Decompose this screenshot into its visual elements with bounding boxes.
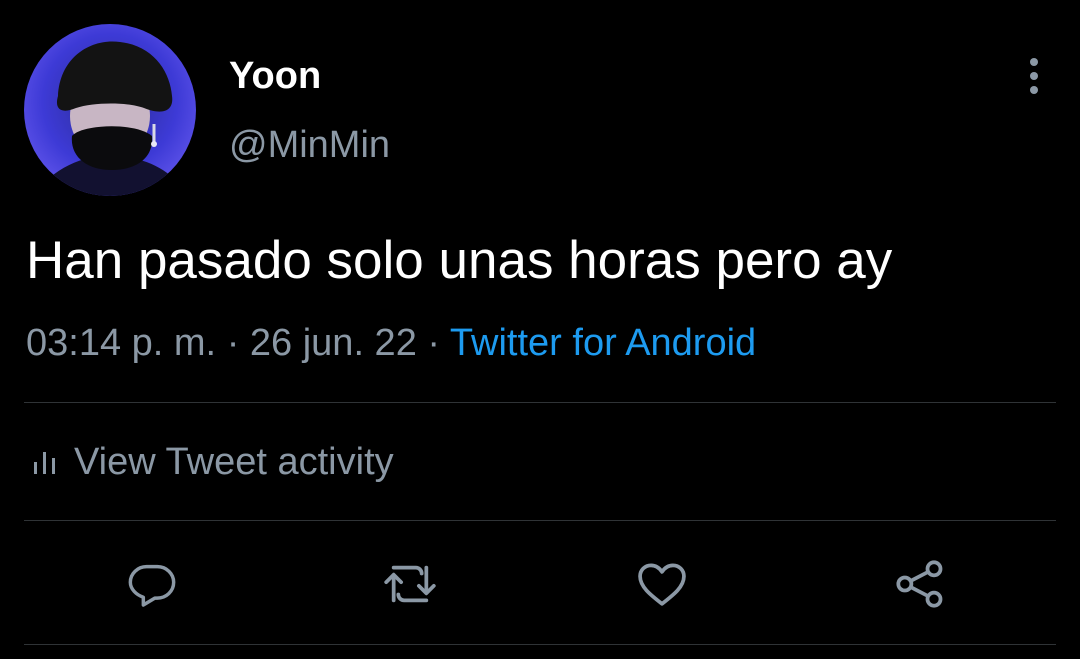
like-button[interactable] [634, 556, 690, 612]
meta-separator: · [427, 322, 441, 364]
tweet-text: Han pasado solo unas horas pero ay [26, 231, 893, 290]
tweet-source-link[interactable]: Twitter for Android [450, 322, 756, 364]
reply-icon [128, 564, 176, 607]
more-options-button[interactable] [1014, 54, 1054, 98]
divider [24, 520, 1056, 521]
more-dot-icon [1030, 58, 1038, 66]
tweet-detail: Yoon @MinMin Han pasado solo unas horas … [0, 0, 1080, 659]
more-dot-icon [1030, 72, 1038, 80]
bar-chart-icon [32, 448, 58, 476]
tweet-date: 26 jun. 22 [249, 322, 417, 364]
divider [24, 402, 1056, 403]
avatar[interactable] [24, 24, 196, 196]
retweet-button[interactable] [382, 556, 438, 612]
divider [24, 644, 1056, 645]
view-tweet-activity-label: View Tweet activity [74, 441, 394, 483]
share-button[interactable] [892, 556, 948, 612]
tweet-meta: 03:14 p. m. · 26 jun. 22 · Twitter for A… [26, 318, 756, 368]
meta-separator: · [226, 322, 240, 364]
tweet-time: 03:14 p. m. [26, 322, 217, 364]
share-icon [896, 560, 943, 608]
user-handle[interactable]: @MinMin [229, 121, 390, 169]
more-dot-icon [1030, 86, 1038, 94]
avatar-image [24, 24, 196, 196]
display-name[interactable]: Yoon [229, 52, 321, 100]
retweet-icon [384, 565, 436, 603]
heart-icon [638, 563, 686, 606]
view-tweet-activity-button[interactable]: View Tweet activity [32, 436, 394, 488]
reply-button[interactable] [124, 556, 180, 612]
